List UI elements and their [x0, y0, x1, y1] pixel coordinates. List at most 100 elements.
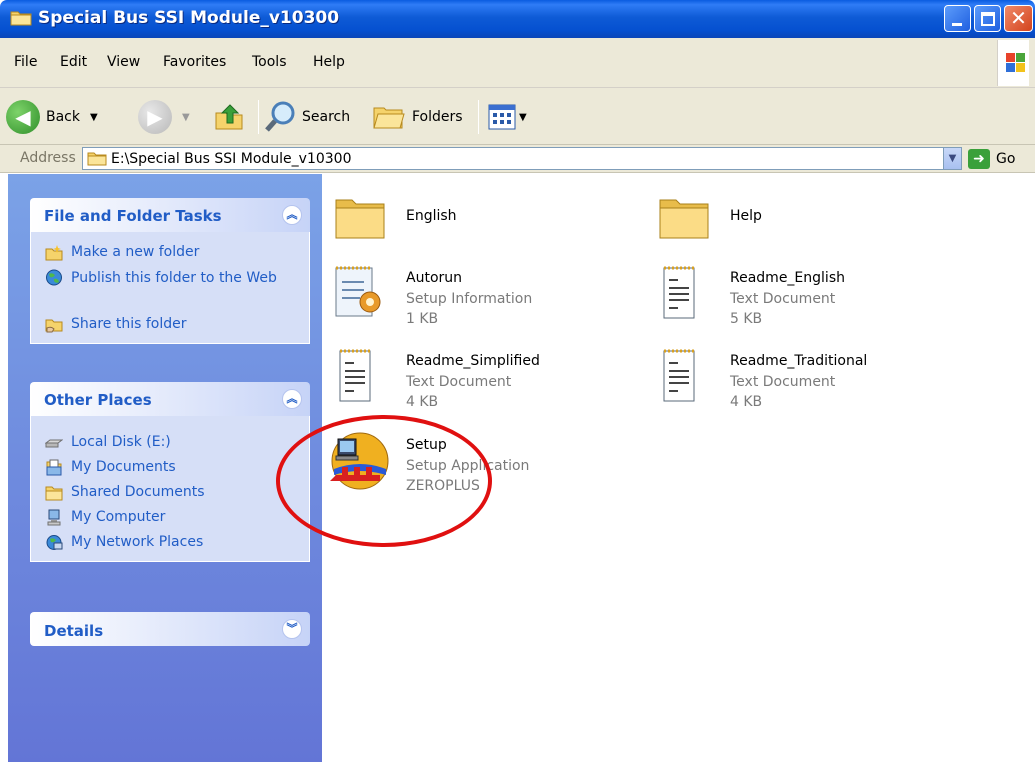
file-item-english[interactable]: English [330, 186, 630, 256]
file-name: Readme_Simplified [406, 353, 540, 369]
folder-icon [87, 152, 107, 166]
file-item-help[interactable]: Help [654, 186, 954, 256]
menu-bar: File Edit View Favorites Tools Help [0, 38, 1035, 88]
file-name: Autorun [406, 270, 463, 286]
minimize-icon [952, 23, 962, 26]
link-label: Local Disk (E:) [71, 434, 171, 450]
text-document-icon [663, 349, 695, 402]
link-label: My Network Places [71, 534, 204, 550]
menu-view[interactable]: View [107, 54, 140, 70]
file-name: Help [730, 208, 762, 224]
shared-documents-link[interactable]: Shared Documents [31, 480, 309, 505]
up-folder-icon [215, 104, 243, 130]
computer-icon [47, 509, 61, 526]
panel-header[interactable]: Other Places ︽ [30, 382, 310, 416]
folder-icon [659, 199, 709, 239]
go-button[interactable]: ➜ Go [968, 148, 1015, 170]
address-input[interactable]: E:\Special Bus SSI Module_v10300 ▼ [82, 147, 962, 170]
address-label: Address [20, 150, 76, 166]
file-name: Setup [406, 437, 447, 453]
menu-help[interactable]: Help [313, 54, 345, 70]
menu-tools[interactable]: Tools [252, 54, 287, 70]
link-label: Share this folder [71, 316, 187, 332]
close-button[interactable]: ✕ [1004, 5, 1033, 32]
file-item-setup[interactable]: Setup Setup Application ZEROPLUS [330, 431, 630, 501]
menu-edit[interactable]: Edit [60, 54, 87, 70]
file-item-autorun[interactable]: Autorun Setup Information 1 KB [330, 264, 630, 334]
file-item-readme-simplified[interactable]: Readme_Simplified Text Document 4 KB [330, 347, 630, 417]
link-label: Make a new folder [71, 244, 200, 260]
folders-icon [373, 107, 405, 129]
chevron-down-icon[interactable]: ▼ [182, 112, 190, 123]
title-bar[interactable]: Special Bus SSI Module_v10300 ✕ [0, 0, 1035, 38]
file-size: 4 KB [406, 394, 439, 410]
file-size: 4 KB [730, 394, 763, 410]
window-title: Special Bus SSI Module_v10300 [38, 8, 340, 28]
panel-title: Other Places [44, 391, 152, 409]
other-places-panel: Other Places ︽ Local Disk (E:) My Docume… [30, 382, 310, 562]
maximize-button[interactable] [974, 5, 1001, 32]
minimize-button[interactable] [944, 5, 971, 32]
back-label: Back [46, 109, 80, 125]
chevron-down-icon[interactable]: ▼ [90, 112, 98, 123]
folders-button[interactable]: Folders [372, 98, 463, 136]
chevron-down-icon[interactable]: ▼ [943, 148, 961, 169]
panel-header[interactable]: Details ︾ [30, 612, 310, 646]
menu-favorites[interactable]: Favorites [163, 54, 226, 70]
file-type: Text Document [406, 374, 512, 390]
link-label: My Documents [71, 459, 176, 475]
collapse-icon[interactable]: ︽ [282, 389, 302, 409]
windows-logo-icon [997, 40, 1029, 86]
globe-icon [46, 269, 62, 286]
share-folder-link[interactable]: Share this folder [31, 312, 309, 337]
back-button[interactable]: ◀ Back ▼ [6, 98, 98, 136]
my-documents-link[interactable]: My Documents [31, 455, 309, 480]
file-name: Readme_Traditional [730, 353, 868, 369]
share-folder-icon [45, 319, 63, 333]
go-label: Go [996, 151, 1016, 167]
file-item-readme-traditional[interactable]: Readme_Traditional Text Document 4 KB [654, 347, 954, 417]
details-panel: Details ︾ [30, 612, 310, 646]
views-button[interactable]: ▼ [488, 98, 527, 136]
go-arrow-icon: ➜ [968, 149, 990, 169]
menu-file[interactable]: File [14, 54, 37, 70]
network-icon [46, 535, 63, 550]
publish-folder-link[interactable]: Publish this folder to the Web [31, 265, 309, 312]
file-type: Text Document [730, 291, 836, 307]
address-value: E:\Special Bus SSI Module_v10300 [111, 151, 352, 167]
link-label: My Computer [71, 509, 166, 525]
setup-application-icon [330, 432, 389, 490]
new-folder-icon [45, 245, 63, 261]
collapse-icon[interactable]: ︽ [282, 205, 302, 225]
my-computer-link[interactable]: My Computer [31, 505, 309, 530]
search-label: Search [302, 109, 351, 125]
my-network-places-link[interactable]: My Network Places [31, 530, 309, 555]
drive-icon [45, 439, 63, 448]
setup-information-icon [335, 266, 381, 317]
file-company: ZEROPLUS [406, 478, 480, 494]
maximize-icon [981, 12, 995, 26]
file-item-readme-english[interactable]: Readme_English Text Document 5 KB [654, 264, 954, 334]
local-disk-link[interactable]: Local Disk (E:) [31, 430, 309, 455]
folder-icon [10, 11, 32, 26]
panel-title: Details [44, 622, 104, 640]
forward-arrow-icon: ▶ [138, 100, 172, 134]
search-button[interactable]: Search [264, 98, 350, 136]
make-new-folder-link[interactable]: Make a new folder [31, 240, 309, 265]
up-folder-button[interactable] [214, 98, 246, 136]
panel-header[interactable]: File and Folder Tasks ︽ [30, 198, 310, 232]
file-type: Setup Application [406, 458, 530, 474]
file-size: 1 KB [406, 311, 439, 327]
text-document-icon [339, 349, 371, 402]
back-arrow-icon: ◀ [6, 100, 40, 134]
expand-icon[interactable]: ︾ [282, 619, 302, 639]
folder-icon [45, 486, 63, 501]
link-label: Publish this folder to the Web [71, 270, 277, 286]
file-type: Setup Information [406, 291, 533, 307]
folder-icon [335, 199, 385, 239]
file-name: Readme_English [730, 270, 845, 286]
file-type: Text Document [730, 374, 836, 390]
forward-button[interactable]: ▶ ▼ [138, 98, 190, 136]
chevron-down-icon[interactable]: ▼ [519, 112, 527, 123]
toolbar: ◀ Back ▼ ▶ ▼ Search Folders ▼ [0, 88, 1035, 145]
